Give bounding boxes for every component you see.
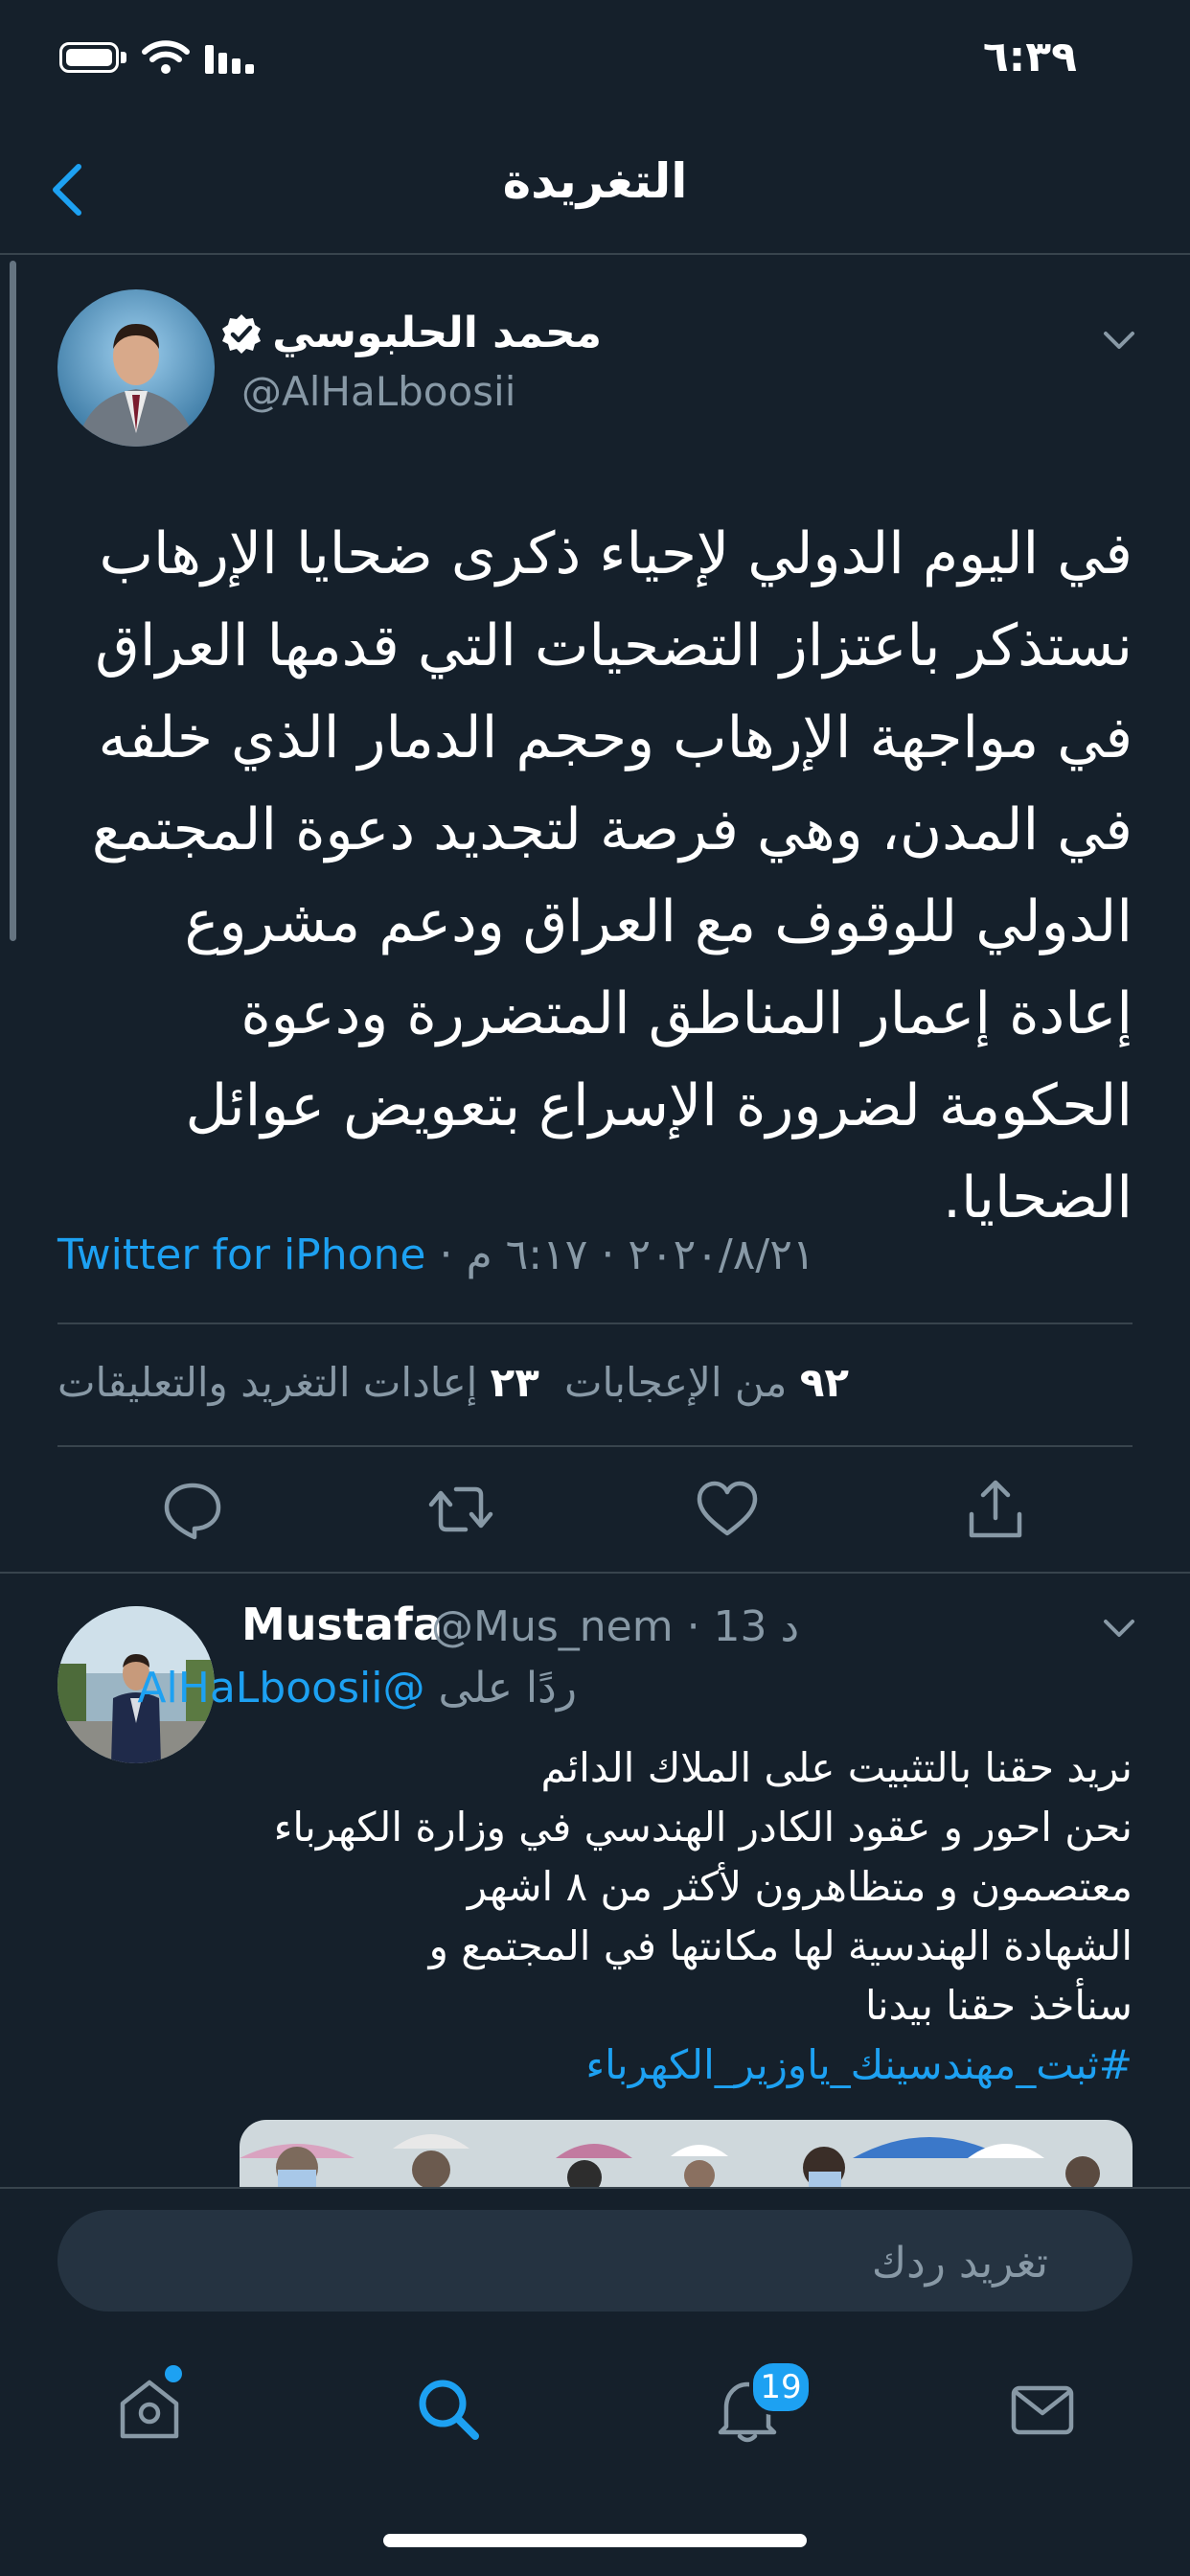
messages-mail-icon[interactable] bbox=[1008, 2375, 1077, 2444]
reply-compose-placeholder: تغريد ردك bbox=[871, 2239, 1048, 2288]
home-icon[interactable] bbox=[115, 2375, 184, 2444]
search-icon[interactable] bbox=[414, 2375, 483, 2444]
compose-divider bbox=[0, 2187, 1190, 2189]
stats-divider bbox=[57, 1445, 1133, 1447]
likes-count: ٩٢ bbox=[799, 1359, 850, 1406]
scrollbar[interactable] bbox=[10, 261, 16, 941]
reply-line: الشهادة الهندسية لها مكانتها في المجتمع … bbox=[428, 1922, 1133, 1969]
reply-line: نحن احور و عقود الكادر الهندسي في وزارة … bbox=[273, 1804, 1133, 1851]
battery-icon bbox=[59, 42, 119, 73]
replying-to: ردًا على @AlHaLboosii bbox=[137, 1664, 577, 1713]
likes-stat[interactable]: ٩٢ من الإعجابات bbox=[564, 1359, 849, 1406]
battery-tip bbox=[121, 52, 126, 63]
tweet-stats: ٩٢ من الإعجابات ٢٣ إعادات التغريد والتعل… bbox=[57, 1359, 849, 1406]
author-avatar[interactable] bbox=[57, 289, 215, 447]
reply-line: سنأخذ حقنا بيدنا bbox=[865, 1982, 1133, 2029]
retweet-icon[interactable] bbox=[427, 1476, 494, 1543]
home-unread-dot bbox=[165, 2365, 182, 2382]
reply-icon[interactable] bbox=[159, 1476, 226, 1543]
tweet-timestamp: · ٢٠٢٠/٨/٢١ · ٦:١٧ م bbox=[425, 1230, 815, 1279]
tweet-meta: Twitter for iPhone · ٢٠٢٠/٨/٢١ · ٦:١٧ م bbox=[57, 1230, 814, 1279]
tweet-source-link[interactable]: Twitter for iPhone bbox=[57, 1230, 425, 1279]
replying-to-mention[interactable]: @AlHaLboosii bbox=[137, 1664, 424, 1713]
reply-line: نريد حقنا بالتثبيت على الملاك الدائم bbox=[540, 1744, 1133, 1791]
reply-chevron-down-icon[interactable] bbox=[1100, 1608, 1138, 1646]
reply-author-handle[interactable]: @Mus_nem · 13 د bbox=[431, 1602, 799, 1651]
reply-line: معتصمون و متظاهرون لأكثر من ٨ اشهر bbox=[467, 1863, 1133, 1910]
cellular-signal-icon bbox=[205, 45, 254, 74]
header-divider bbox=[0, 253, 1190, 255]
reply-hashtag[interactable]: #ثبت_مهندسينك_ياوزير_الكهرباء bbox=[174, 2036, 1133, 2095]
reply-text: نريد حقنا بالتثبيت على الملاك الدائم نحن… bbox=[174, 1738, 1133, 2095]
retweets-count: ٢٣ bbox=[490, 1359, 539, 1406]
replying-to-label: ردًا على bbox=[438, 1664, 577, 1713]
notifications-badge: 19 bbox=[749, 2359, 812, 2415]
tweet-text: في اليوم الدولي لإحياء ذكرى ضحايا الإرها… bbox=[91, 520, 1133, 1231]
author-name[interactable]: محمد الحلبوسي bbox=[272, 309, 602, 357]
verified-badge-icon bbox=[222, 313, 262, 354]
author-handle[interactable]: @AlHaLboosii bbox=[241, 368, 515, 415]
like-heart-icon[interactable] bbox=[694, 1476, 761, 1543]
reply-media-image[interactable] bbox=[240, 2120, 1133, 2187]
reply-author-name[interactable]: Mustafa bbox=[241, 1598, 443, 1650]
status-indicators bbox=[59, 40, 257, 75]
page-title: التغريدة bbox=[502, 153, 688, 209]
chevron-down-icon[interactable] bbox=[1100, 320, 1138, 358]
retweets-label: إعادات التغريد والتعليقات bbox=[57, 1359, 478, 1406]
tweet-divider bbox=[0, 1572, 1190, 1574]
retweets-stat[interactable]: ٢٣ إعادات التغريد والتعليقات bbox=[57, 1359, 539, 1406]
wifi-icon bbox=[142, 40, 190, 74]
author-name-row[interactable]: محمد الحلبوسي bbox=[220, 309, 602, 357]
home-indicator[interactable] bbox=[383, 2534, 807, 2547]
likes-label: من الإعجابات bbox=[563, 1359, 788, 1406]
share-icon[interactable] bbox=[962, 1476, 1029, 1543]
meta-divider bbox=[57, 1322, 1133, 1324]
status-time: ٦:٣٩ bbox=[982, 33, 1077, 81]
